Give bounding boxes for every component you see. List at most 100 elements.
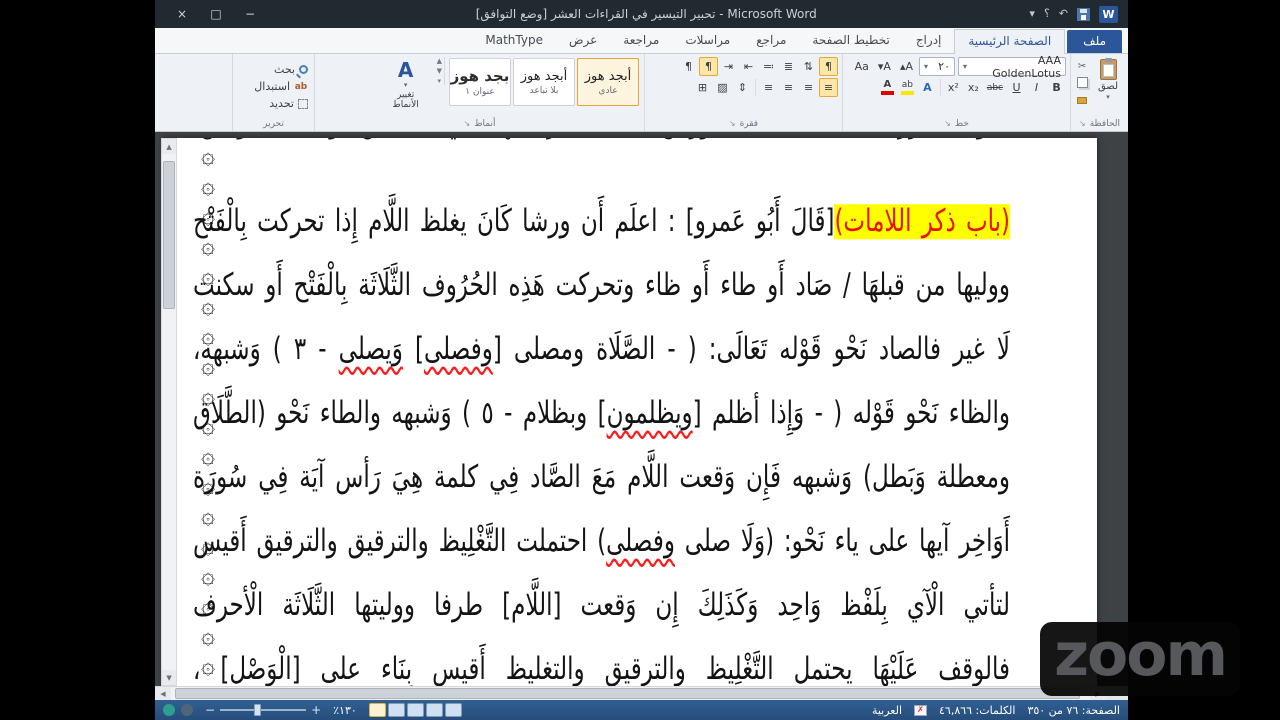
align-left-button[interactable]: ≡ [779,78,798,97]
dialog-launcher-icon[interactable]: ↘ [944,119,951,128]
document-text[interactable]: نحو (بشرر) على [الغالب] ورش خصت ترجمتها … [163,138,1097,686]
scroll-up-icon[interactable]: ▲ [437,57,442,65]
change-styles-button[interactable]: A ▾ تغيير الأنماط [380,57,432,110]
line-spacing-button[interactable]: ⇕ [733,78,752,97]
style-card[interactable]: بجد هوز عنوان ١ [449,58,511,106]
align-right-button[interactable]: ≡ [819,78,838,97]
web-layout-view-button[interactable] [406,703,424,717]
tab-مراجعة[interactable]: مراجعة [610,29,672,53]
language-indicator[interactable]: العربية [872,704,902,717]
tab-مراسلات[interactable]: مراسلات [672,29,743,53]
close-icon[interactable]: × [169,5,195,23]
vertical-scrollbar[interactable]: ▲ ▼ [161,138,177,686]
font-color-button[interactable]: A [878,78,897,97]
zoom-slider[interactable]: − + [205,703,321,717]
show-paragraph-marks-button[interactable]: ¶ [819,57,838,76]
fullscreen-reading-view-button[interactable] [387,703,405,717]
text-run: ] [402,332,424,368]
tab-مراجع[interactable]: مراجع [743,29,799,53]
highlight-color-button[interactable]: ab [898,78,917,97]
dialog-launcher-icon[interactable]: ↘ [1079,119,1086,128]
help-icon[interactable]: ؟ [1044,6,1050,22]
borders-button[interactable]: ⊞ [693,78,712,97]
font-size-combo[interactable]: ٢٠ ▾ [919,57,955,76]
spellcheck-flagged-word: وفصلى [606,524,675,560]
superscript-button[interactable]: x² [944,78,963,97]
word-window: × □ − تحبير التيسير في القراءات العشر [و… [155,0,1128,720]
text-run: ووليها من قبلهَا / صَاد أَو طاء أَو ظاء … [193,268,1010,304]
scroll-down-button[interactable]: ▼ [162,670,176,685]
editing-group: بحث ab استبدال تحديد تحرير [232,54,314,131]
page-indicator[interactable]: الصفحة: ٧٦ من ٣٥٠ [1027,704,1120,717]
document-line: نحو (بشرر) على [الغالب] ورش خصت ترجمتها … [193,138,1010,166]
gallery-scroll-strip[interactable]: ▲ ▼ ▾ [435,57,445,85]
rtl-direction-button[interactable]: ¶ [699,57,718,76]
numbering-button[interactable]: ≔ [759,57,778,76]
zoom-out-icon[interactable]: − [205,703,215,717]
vertical-scroll-thumb[interactable] [163,161,175,309]
style-name: عنوان ١ [465,87,495,97]
editing-item-بحث[interactable]: بحث [252,63,310,76]
gallery-more-icon[interactable]: ▾ [437,77,442,85]
tab-عرض[interactable]: عرض [556,29,610,53]
justify-button[interactable]: ≡ [759,78,778,97]
format-painter-icon[interactable] [1075,91,1089,105]
zoom-slider-track[interactable] [220,704,307,716]
scroll-left-button[interactable]: ◀ [155,687,171,700]
copy-icon[interactable] [1075,75,1089,89]
grow-font-button[interactable]: A▴ [897,57,916,76]
paste-button[interactable]: لصق ▾ [1092,57,1124,116]
tab-الصفحة الرئيسية[interactable]: الصفحة الرئيسية [954,29,1066,54]
maximize-icon[interactable]: □ [203,5,229,23]
subscript-button[interactable]: x₂ [964,78,983,97]
window-controls: × □ − [169,5,263,23]
proofing-status-icon[interactable]: ✗ [914,704,927,716]
dialog-launcher-icon[interactable]: ↘ [729,119,736,128]
editing-item-استبدال[interactable]: ab استبدال [252,80,310,93]
decrease-indent-button[interactable]: ⇤ [739,57,758,76]
zoom-slider-thumb[interactable] [254,704,262,716]
underline-button[interactable]: U [1007,78,1026,97]
print-layout-view-button[interactable] [368,703,386,717]
editing-item-تحديد[interactable]: تحديد [252,97,310,110]
align-center-button[interactable]: ≡ [799,78,818,97]
minimize-icon[interactable]: − [237,5,263,23]
text-effects-button[interactable]: A [918,78,937,97]
spellcheck-flagged-word: وَيصلى [338,332,403,368]
outline-view-button[interactable] [425,703,443,717]
tab-MathType[interactable]: MathType [472,29,556,53]
zoom-in-icon[interactable]: + [311,703,321,717]
scroll-down-icon[interactable]: ▼ [437,67,442,75]
status-circle-icon[interactable] [163,704,175,716]
tab-إدراج[interactable]: إدراج [903,29,955,53]
shading-button[interactable]: ▨ [713,78,732,97]
sort-button[interactable]: ⇅ [799,57,818,76]
zoom-percent[interactable]: ١٣٠٪ [333,704,357,717]
save-icon[interactable] [1077,7,1090,21]
font-group: AAA GoldenLotus ▾ ٢٠ ▾ A▴ A▾ Aa B I U ab… [842,54,1070,131]
status-circle-icon[interactable] [181,704,193,716]
font-name-combo[interactable]: AAA GoldenLotus ▾ [958,54,1066,80]
horizontal-scrollbar[interactable]: ◀ ▶ [155,686,1106,700]
ltr-direction-button[interactable]: ¶ [679,57,698,76]
tab-تخطيط الصفحة[interactable]: تخطيط الصفحة [799,29,902,53]
document-page[interactable]: ۞۞۞۞۞۞۞۞۞۞۞۞۞۞۞۞۞۞۞ نحو (بشرر) على [الغا… [163,138,1097,686]
chevron-down-icon[interactable]: ▾ [1029,6,1035,22]
tab-file[interactable]: ملف [1067,30,1122,53]
cut-icon[interactable]: ✂ [1075,59,1089,73]
italic-button[interactable]: I [1027,78,1046,97]
change-case-button[interactable]: Aa [852,57,872,76]
style-card[interactable]: أبجد هوز عادي [577,58,639,106]
strikethrough-button[interactable]: abc [984,78,1006,97]
increase-indent-button[interactable]: ⇥ [719,57,738,76]
scroll-up-button[interactable]: ▲ [162,139,176,154]
shrink-font-button[interactable]: A▾ [875,57,894,76]
bold-button[interactable]: B [1047,78,1066,97]
style-card[interactable]: أبجد هوز بلا تباعد [513,58,575,106]
horizontal-scroll-thumb[interactable] [175,688,1080,699]
bullets-button[interactable]: ≣ [779,57,798,76]
undo-icon[interactable]: ↶ [1059,6,1068,22]
dialog-launcher-icon[interactable]: ↘ [464,119,471,128]
draft-view-button[interactable] [444,703,462,717]
word-count[interactable]: الكلمات: ٤٦,٨٦٦ [939,704,1015,717]
